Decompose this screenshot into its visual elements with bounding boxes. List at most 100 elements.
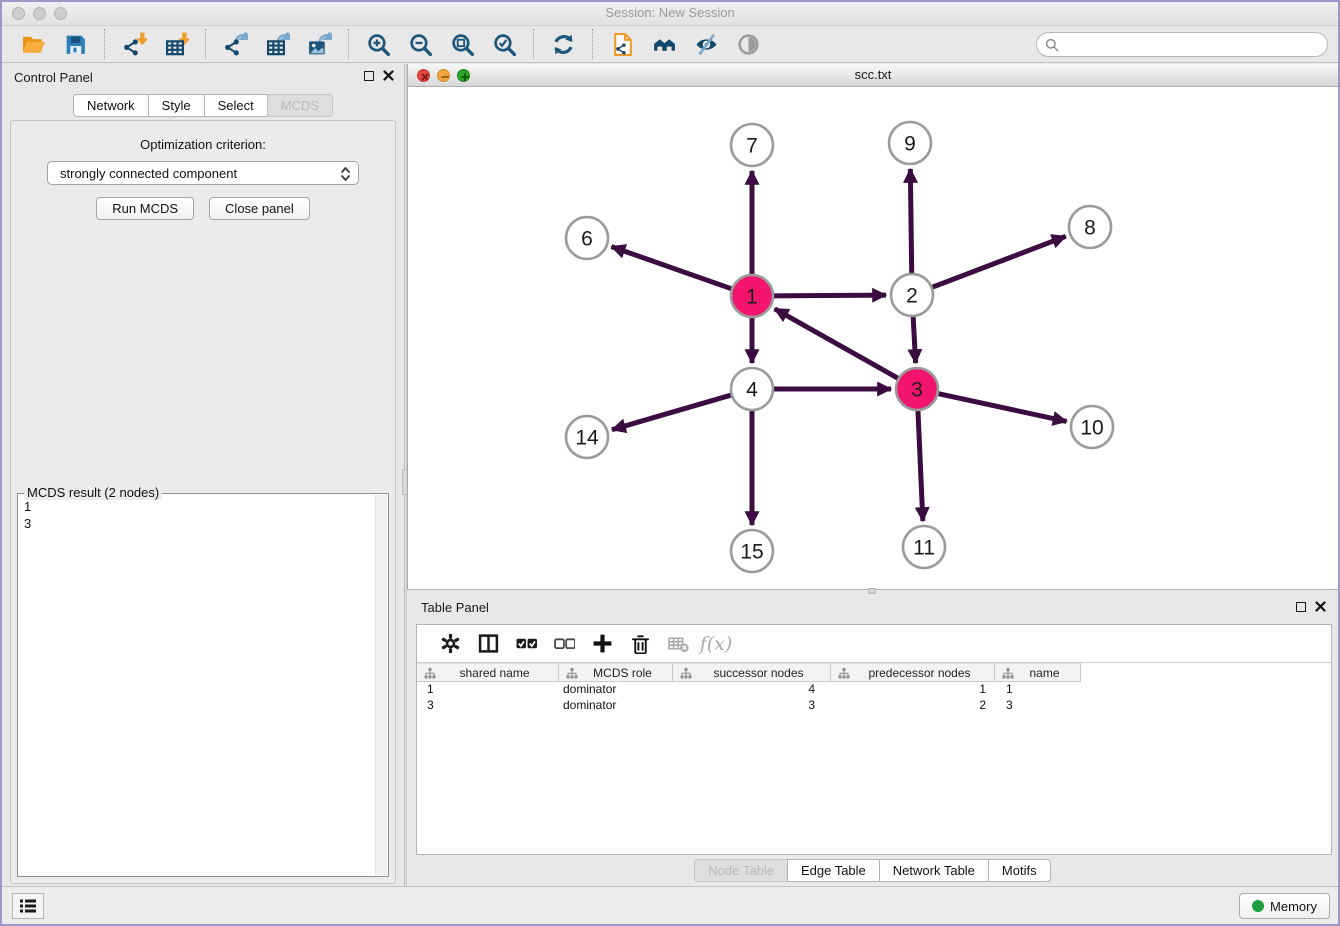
- mcds-result-text[interactable]: 1 3: [24, 498, 374, 874]
- table-cell[interactable]: 1: [417, 681, 559, 697]
- tab-mcds[interactable]: MCDS: [267, 94, 333, 117]
- import-network-icon[interactable]: [119, 30, 149, 58]
- edge-2-9[interactable]: [910, 169, 911, 276]
- float-table-panel-icon[interactable]: [1296, 602, 1306, 612]
- edge-2-3[interactable]: [913, 314, 916, 363]
- table-cell[interactable]: 1: [995, 681, 1081, 697]
- table-cell[interactable]: 3: [673, 697, 831, 713]
- show-columns-icon[interactable]: [474, 631, 502, 657]
- zoom-in-icon[interactable]: [363, 30, 393, 58]
- criterion-value: strongly connected component: [60, 166, 237, 181]
- criterion-select[interactable]: strongly connected component: [47, 161, 359, 185]
- tab-select[interactable]: Select: [204, 94, 268, 117]
- column-label: name: [1029, 666, 1059, 680]
- app-titlebar: Session: New Session: [2, 2, 1338, 26]
- home-layout-icon[interactable]: [649, 30, 679, 58]
- node-label: 8: [1084, 217, 1096, 240]
- tab-node-table[interactable]: Node Table: [694, 859, 788, 882]
- table-row[interactable]: 3dominator323: [417, 697, 1331, 713]
- window-title: Session: New Session: [2, 5, 1338, 20]
- graph-node-7[interactable]: 7: [731, 124, 773, 166]
- graph-node-4[interactable]: 4: [731, 368, 773, 410]
- node-label: 9: [904, 133, 916, 156]
- status-bar: Memory: [2, 886, 1338, 924]
- control-panel-title: Control Panel: [14, 70, 93, 85]
- search-input[interactable]: [1036, 32, 1328, 57]
- table-cell[interactable]: dominator: [559, 681, 673, 697]
- edge-1-6[interactable]: [612, 247, 735, 290]
- main-toolbar: [2, 26, 1338, 63]
- graph-node-8[interactable]: 8: [1069, 206, 1111, 248]
- graph-node-10[interactable]: 10: [1071, 406, 1113, 448]
- refresh-view-icon[interactable]: [548, 30, 578, 58]
- table-mode-gear-icon[interactable]: [436, 631, 464, 657]
- network-canvas[interactable]: 7 9 6 8 1 2 4 3 14 10 15 11: [408, 87, 1338, 589]
- tab-edge-table[interactable]: Edge Table: [787, 859, 880, 882]
- deselect-all-columns-icon[interactable]: [550, 631, 578, 657]
- graph-node-3[interactable]: 3: [896, 368, 938, 410]
- graph-node-11[interactable]: 11: [903, 526, 945, 568]
- table-row[interactable]: 1dominator411: [417, 681, 1331, 697]
- graph-node-2[interactable]: 2: [891, 274, 933, 316]
- zoom-fit-icon[interactable]: [447, 30, 477, 58]
- table-cell[interactable]: 3: [995, 697, 1081, 713]
- column-header-name[interactable]: name: [995, 663, 1081, 682]
- table-cell[interactable]: 2: [831, 697, 995, 713]
- close-table-panel-icon[interactable]: [1315, 601, 1326, 612]
- memory-button[interactable]: Memory: [1239, 893, 1330, 919]
- float-panel-icon[interactable]: [364, 71, 374, 81]
- network-title: scc.txt: [408, 67, 1338, 82]
- column-label: MCDS role: [593, 666, 652, 680]
- delete-column-icon[interactable]: [626, 631, 654, 657]
- control-panel: Control Panel NetworkStyleSelectMCDS Opt…: [2, 64, 404, 886]
- toolbar-separator: [533, 29, 534, 59]
- edge-3-11[interactable]: [918, 408, 923, 521]
- save-session-icon[interactable]: [60, 30, 90, 58]
- zoom-out-icon[interactable]: [405, 30, 435, 58]
- result-scrollbar[interactable]: [375, 495, 387, 875]
- control-panel-tabs: NetworkStyleSelectMCDS: [2, 94, 404, 117]
- close-panel-button[interactable]: Close panel: [209, 197, 310, 220]
- edge-3-10[interactable]: [936, 393, 1067, 421]
- edge-4-14[interactable]: [612, 394, 734, 429]
- graph-node-9[interactable]: 9: [889, 122, 931, 164]
- task-history-button[interactable]: [12, 893, 44, 919]
- table-cell[interactable]: dominator: [559, 697, 673, 713]
- run-mcds-button[interactable]: Run MCDS: [96, 197, 194, 220]
- open-file-icon[interactable]: [18, 30, 48, 58]
- tab-network-table[interactable]: Network Table: [879, 859, 989, 882]
- graph-node-15[interactable]: 15: [731, 530, 773, 572]
- table-cell[interactable]: 3: [417, 697, 559, 713]
- import-table-icon[interactable]: [161, 30, 191, 58]
- column-header-shared-name[interactable]: shared name: [417, 663, 559, 682]
- column-header-predecessor-nodes[interactable]: predecessor nodes: [831, 663, 995, 682]
- table-cell[interactable]: 1: [831, 681, 995, 697]
- export-image-icon[interactable]: [304, 30, 334, 58]
- graph-node-6[interactable]: 6: [566, 217, 608, 259]
- tab-motifs[interactable]: Motifs: [988, 859, 1051, 882]
- tab-network[interactable]: Network: [73, 94, 149, 117]
- tab-style[interactable]: Style: [148, 94, 205, 117]
- node-label: 1: [746, 286, 758, 309]
- column-header-MCDS-role[interactable]: MCDS role: [559, 663, 673, 682]
- table-header-row: shared name MCDS role successor nodesprede…: [417, 662, 1331, 681]
- zoom-selected-icon[interactable]: [489, 30, 519, 58]
- toggle-visibility-icon[interactable]: [691, 30, 721, 58]
- graph-node-1[interactable]: 1: [731, 275, 773, 317]
- list-icon: [19, 898, 37, 914]
- export-network-icon[interactable]: [220, 30, 250, 58]
- control-panel-header: Control Panel: [2, 64, 404, 90]
- graph-node-14[interactable]: 14: [566, 416, 608, 458]
- edge-3-1[interactable]: [775, 309, 901, 380]
- edge-2-8[interactable]: [930, 236, 1066, 288]
- edge-1-2[interactable]: [771, 295, 886, 296]
- table-cell[interactable]: 4: [673, 681, 831, 697]
- add-column-icon[interactable]: [588, 631, 616, 657]
- node-label: 15: [740, 541, 763, 564]
- table-panel-title: Table Panel: [421, 600, 489, 615]
- export-table-icon[interactable]: [262, 30, 292, 58]
- close-panel-icon[interactable]: [383, 70, 394, 81]
- select-all-columns-icon[interactable]: [512, 631, 540, 657]
- column-header-successor-nodes[interactable]: successor nodes: [673, 663, 831, 682]
- network-document-icon[interactable]: [607, 30, 637, 58]
